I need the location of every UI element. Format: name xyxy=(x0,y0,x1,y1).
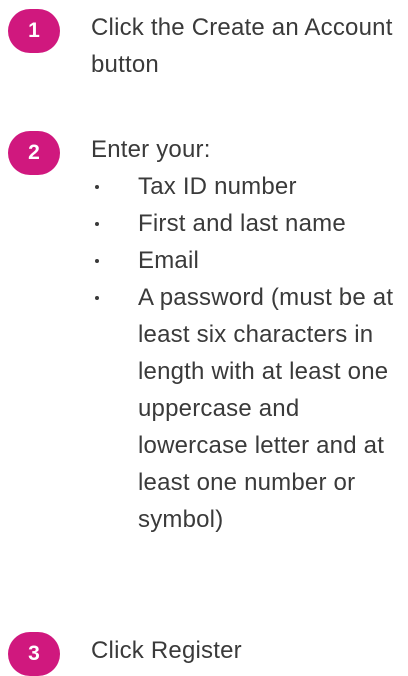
bullet-text: A password (must be at least six charact… xyxy=(138,284,394,533)
step-text: Click Register xyxy=(91,637,242,664)
bullet-text: First and last name xyxy=(138,210,346,237)
bullet-list: Tax ID number First and last name Email … xyxy=(91,168,400,538)
bullet-item: Email xyxy=(91,242,400,279)
step-body: Click Register xyxy=(91,632,400,669)
step-number-badge: 2 xyxy=(8,131,60,175)
bullet-dot-icon xyxy=(95,259,99,263)
step-text: Enter your: xyxy=(91,136,211,163)
step-number-badge: 1 xyxy=(8,9,60,53)
bullet-dot-icon xyxy=(95,296,99,300)
steps-list: 1 Click the Create an Account button 2 E… xyxy=(0,0,408,676)
bullet-text: Email xyxy=(138,247,200,274)
step-text: Click the Create an Account button xyxy=(91,14,393,78)
bullet-text: Tax ID number xyxy=(138,173,297,200)
step-body: Click the Create an Account button xyxy=(91,9,400,83)
bullet-item: A password (must be at least six charact… xyxy=(91,279,400,538)
step-body: Enter your: Tax ID number First and last… xyxy=(91,131,400,538)
bullet-item: First and last name xyxy=(91,205,400,242)
step-number-badge: 3 xyxy=(8,632,60,676)
bullet-item: Tax ID number xyxy=(91,168,400,205)
bullet-dot-icon xyxy=(95,222,99,226)
bullet-dot-icon xyxy=(95,185,99,189)
